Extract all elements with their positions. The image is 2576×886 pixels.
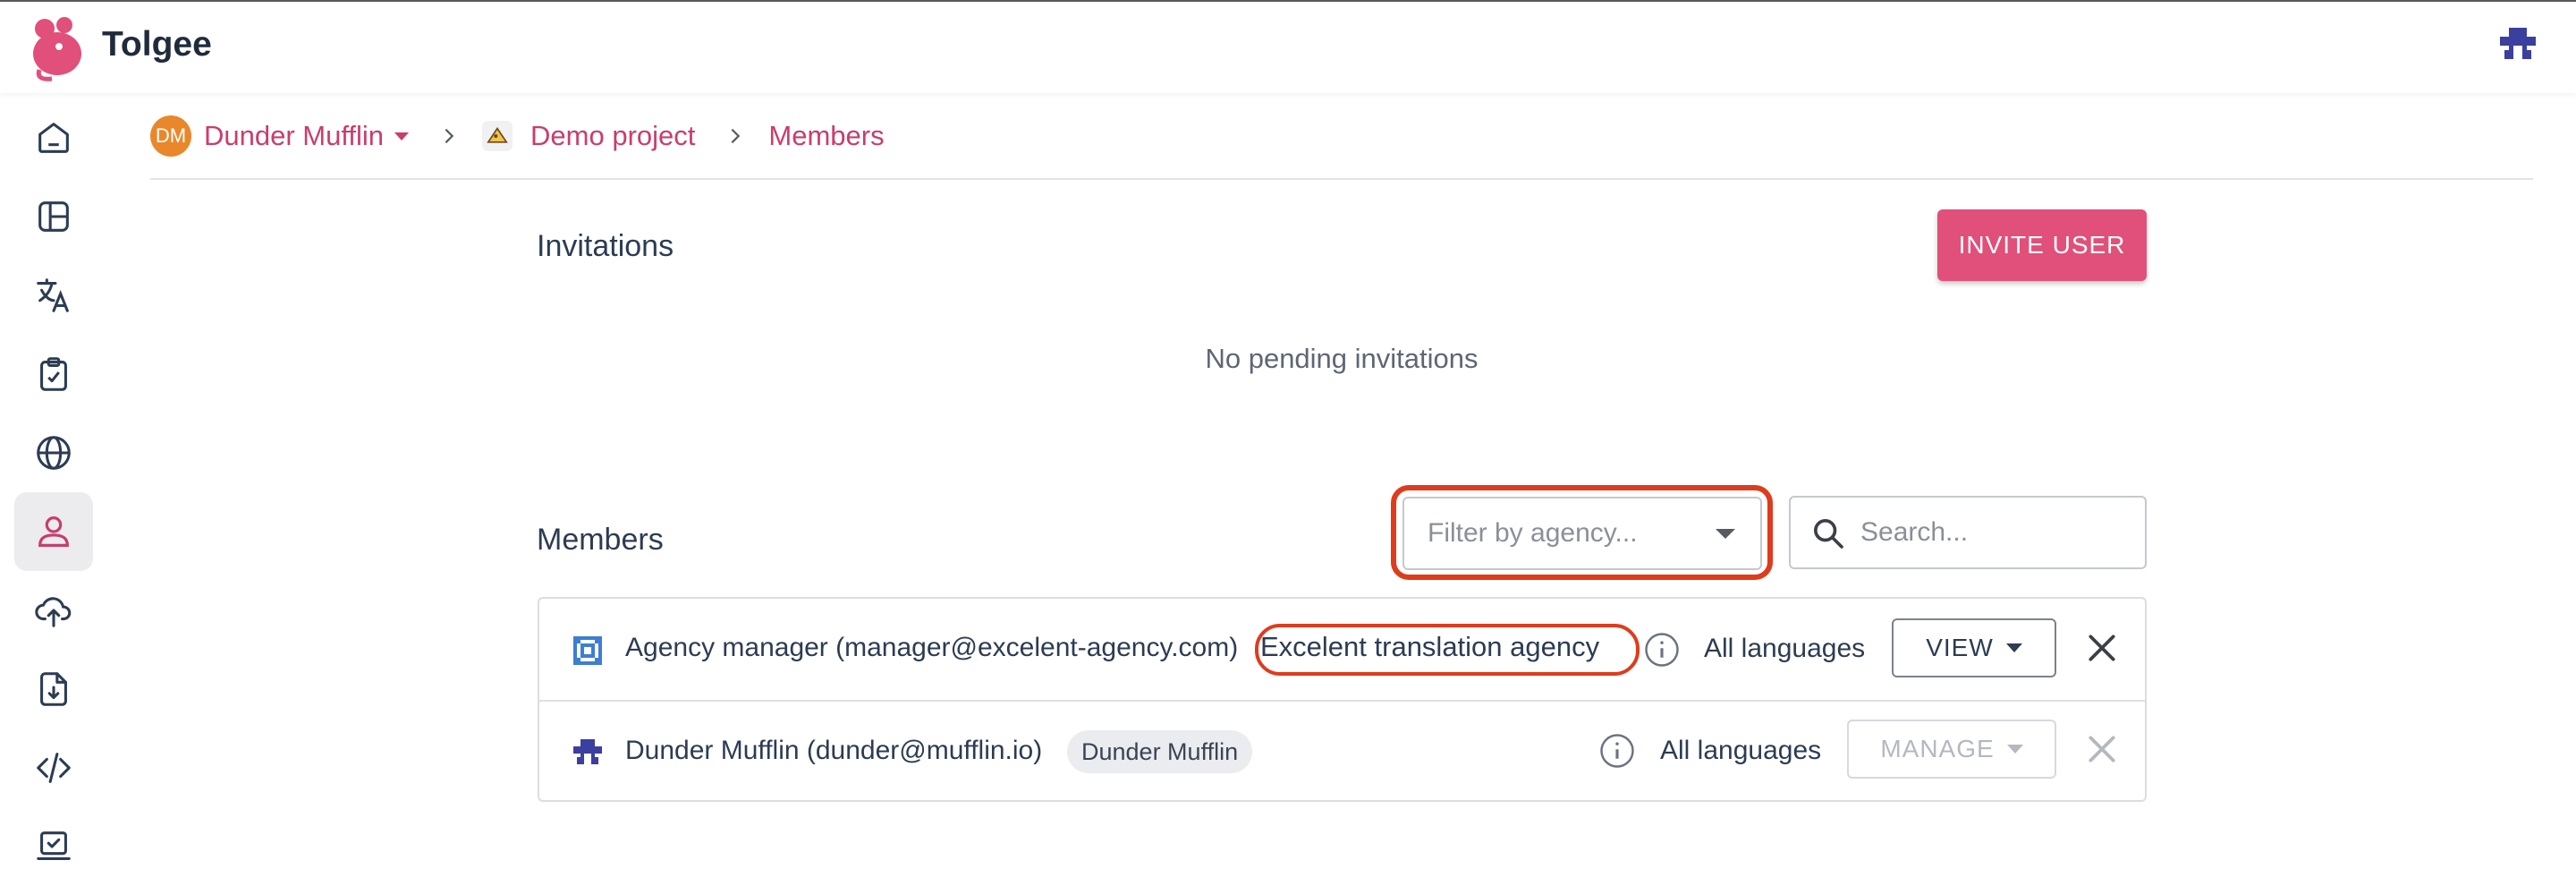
sidebar-item-dashboard[interactable] [14,177,93,256]
role-select-button[interactable]: VIEW [1892,618,2056,677]
tolgee-logo-icon[interactable] [27,14,88,82]
sidebar [0,93,106,884]
sidebar-item-projects[interactable] [14,98,93,177]
sidebar-item-languages[interactable] [14,413,93,492]
user-avatar-icon[interactable] [2496,23,2540,68]
breadcrumb-project[interactable]: Demo project [530,120,695,152]
member-row: Dunder Mufflin (dunder@mufflin.io) Dunde… [539,702,2145,803]
dropdown-arrow-icon [1716,529,1735,539]
invitations-title: Invitations [537,229,674,263]
chevron-down-icon [2006,745,2023,754]
sidebar-item-export[interactable] [14,650,93,728]
member-avatar-icon [570,736,606,771]
sidebar-item-members[interactable] [14,492,93,571]
tasks-clipboard-icon [40,357,67,391]
chevron-down-icon[interactable] [394,132,410,141]
agency-filter-select[interactable]: Filter by agency... [1402,497,1762,570]
breadcrumb-org[interactable]: Dunder Mufflin [204,120,384,152]
info-icon[interactable] [1598,732,1636,770]
agency-label: Excelent translation agency [1260,631,1600,662]
breadcrumb-divider [150,178,2533,180]
project-avatar-icon[interactable] [482,121,513,151]
role-label: MANAGE [1880,735,1995,762]
app-name[interactable]: Tolgee [102,25,212,64]
chevron-right-icon [445,128,454,144]
top-bar: Tolgee [0,2,2576,93]
globe-icon [37,436,71,470]
home-icon [38,123,69,153]
members-search-input[interactable]: Search... [1789,496,2147,569]
invite-user-button[interactable]: INVITE USER [1937,209,2147,281]
close-icon [2089,736,2115,762]
languages-label[interactable]: All languages [1660,736,1821,766]
sidebar-item-developer[interactable] [14,728,93,807]
chevron-down-icon [2005,643,2022,652]
translate-icon [37,278,69,312]
members-list: Agency manager (manager@excelent-agency.… [538,597,2147,802]
file-download-icon [40,672,67,706]
sidebar-item-tasks[interactable] [14,335,93,413]
member-row: Agency manager (manager@excelent-agency.… [539,599,2145,702]
cloud-upload-icon [35,597,72,627]
member-avatar-icon [570,633,606,669]
search-icon [1814,519,1843,549]
search-placeholder: Search... [1860,517,1969,547]
org-avatar[interactable]: DM [150,115,191,157]
members-title: Members [537,523,664,557]
info-icon[interactable] [1643,631,1681,669]
dashboard-icon [38,201,69,232]
code-icon [37,753,71,783]
agency-filter-placeholder: Filter by agency... [1428,518,1638,548]
user-icon [38,516,69,547]
role-select-button: MANAGE [1847,720,2056,779]
no-invitations-text: No pending invitations [1205,343,1479,374]
organization-chip: Dunder Mufflin [1067,730,1253,773]
member-name: Dunder Mufflin (dunder@mufflin.io) [625,736,1043,765]
member-name: Agency manager (manager@excelent-agency.… [625,633,1239,662]
close-icon[interactable] [2085,631,2119,665]
role-label: VIEW [1926,634,1994,661]
languages-label[interactable]: All languages [1704,634,1865,664]
sidebar-item-translations[interactable] [14,256,93,335]
breadcrumb-current[interactable]: Members [768,120,884,152]
sidebar-item-import[interactable] [14,571,93,650]
breadcrumb: DM Dunder Mufflin Demo project Members [150,113,885,159]
sidebar-item-integrate[interactable] [14,807,93,886]
laptop-check-icon [37,831,71,860]
chevron-right-icon [731,128,741,144]
